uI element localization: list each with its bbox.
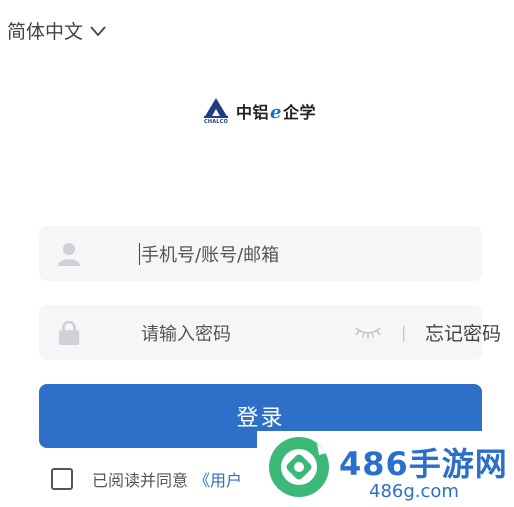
account-field[interactable]: 手机号/账号/邮箱 xyxy=(39,226,482,281)
user-agreement-link[interactable]: 《用户 xyxy=(194,467,242,491)
language-selector[interactable]: 简体中文 xyxy=(7,17,107,44)
forgot-password-link[interactable]: 忘记密码 xyxy=(425,319,501,346)
text-caret xyxy=(139,243,140,265)
agreement-checkbox[interactable] xyxy=(51,468,73,490)
logo-e: e xyxy=(270,102,282,123)
agreement-row: 已阅读并同意 《用户 xyxy=(51,467,242,491)
watermark-url: 486g.com xyxy=(369,481,459,502)
logo-prefix: 中铝 xyxy=(236,103,270,122)
password-placeholder: 请输入密码 xyxy=(141,323,231,345)
field-divider: | xyxy=(401,323,407,342)
password-field[interactable]: 请输入密码 | 忘记密码 xyxy=(39,305,501,360)
watermark-logo-icon xyxy=(269,437,329,497)
account-placeholder: 手机号/账号/邮箱 xyxy=(141,244,280,266)
watermark-title: 486手游网 xyxy=(339,445,508,483)
eye-closed-icon[interactable] xyxy=(354,323,382,341)
agreement-text: 已阅读并同意 xyxy=(92,471,189,490)
lock-icon xyxy=(58,320,80,345)
logo-wordmark: 中铝 e 企学 xyxy=(236,99,316,123)
chevron-down-icon xyxy=(90,25,106,36)
site-watermark: 486手游网 486g.com xyxy=(257,431,514,507)
logo-suffix: 企学 xyxy=(282,103,316,122)
app-logo: CHALCO 中铝 e 企学 xyxy=(200,96,316,126)
logo-caption: CHALCO xyxy=(203,119,229,125)
user-icon xyxy=(58,242,80,266)
chalco-logo-icon: CHALCO xyxy=(200,96,232,126)
language-label: 简体中文 xyxy=(7,21,84,43)
